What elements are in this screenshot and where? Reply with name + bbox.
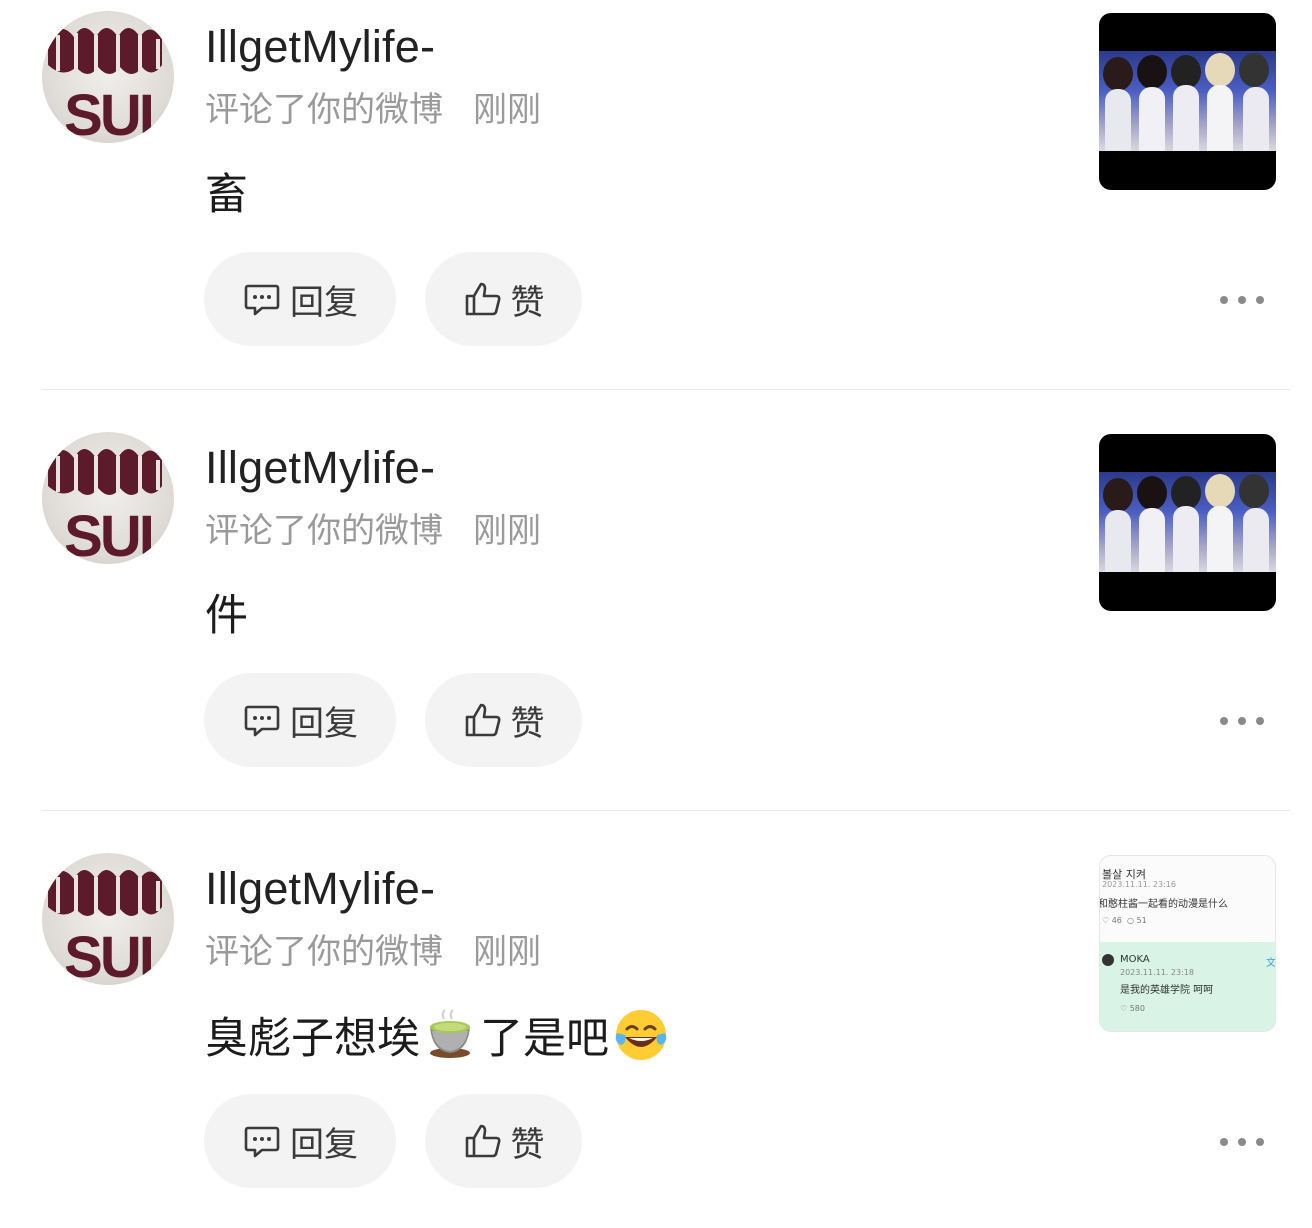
divider [42,389,1290,390]
reply-button[interactable]: 回复 [204,1094,396,1188]
action-text: 评论了你的微博 [205,511,443,551]
more-dots-icon[interactable] [1220,706,1264,736]
photo-thumbnail[interactable] [1099,434,1276,611]
comment-icon [242,279,282,319]
meta-line: 评论了你的微博 刚刚 [205,928,541,976]
timestamp: 刚刚 [473,511,541,551]
translate-icon: 文 [1266,958,1276,969]
comment-text: 臭彪子想埃 了是吧 [205,1007,669,1069]
comment-icon [242,1121,282,1161]
thumbs-up-icon [463,1121,503,1161]
comment-text-part1: 臭彪子想埃 [205,1014,420,1064]
shot-top-text: 和憨柱酱一起看的动漫是什么 [1099,899,1228,910]
notification-item[interactable]: SUI IllgetMylife- 评论了你的微博 刚刚 件 回复 赞 [0,421,1312,842]
notification-item[interactable]: SUI IllgetMylife- 评论了你的微博 刚刚 臭彪子想埃 了是吧 回复 … [0,842,1312,1228]
avatar[interactable]: SUI [42,11,174,143]
reply-button[interactable]: 回复 [204,673,396,767]
shot-top-comments: 51 [1136,916,1147,925]
shot-reply-text: 是我的英雄学院 呵呵 [1120,985,1214,996]
like-button[interactable]: 赞 [425,673,582,767]
username[interactable]: IllgetMylife- [205,20,435,74]
shot-top-likes: 46 [1111,916,1122,925]
screenshot-thumbnail[interactable]: 볼살 지켜 2023.11.11. 23:16 和憨柱酱一起看的动漫是什么 ♡ … [1099,855,1276,1032]
tea-emoji [430,1009,470,1058]
shot-top-date: 2023.11.11. 23:16 [1102,880,1176,889]
comment-icon [242,700,282,740]
photo-thumbnail[interactable] [1099,13,1276,190]
action-text: 评论了你的微博 [205,90,443,130]
shot-reply-likes: 580 [1129,1004,1145,1013]
timestamp: 刚刚 [473,932,541,972]
more-dots-icon[interactable] [1220,285,1264,315]
reply-label: 回复 [290,1124,358,1165]
action-text: 评论了你的微博 [205,932,443,972]
comment-text: 畜 [205,170,248,220]
shot-reply-avatar [1102,954,1114,966]
like-button[interactable]: 赞 [425,1094,582,1188]
shot-reply-date: 2023.11.11. 23:18 [1120,968,1194,977]
avatar-text: SUI [64,83,152,143]
avatar[interactable]: SUI [42,853,174,985]
divider [42,810,1290,811]
notification-item[interactable]: SUI IllgetMylife- 评论了你的微博 刚刚 畜 回复 赞 [0,0,1312,421]
username[interactable]: IllgetMylife- [205,862,435,916]
like-label: 赞 [510,703,545,744]
avatar[interactable]: SUI [42,432,174,564]
reply-label: 回复 [290,282,358,323]
like-label: 赞 [510,282,545,323]
username[interactable]: IllgetMylife- [205,441,435,495]
comment-text-part2: 了是吧 [480,1014,609,1064]
shot-reply-name: MOKA [1120,954,1150,965]
reply-label: 回复 [290,703,358,744]
thumbs-up-icon [463,279,503,319]
meta-line: 评论了你的微博 刚刚 [205,507,541,555]
reply-button[interactable]: 回复 [204,252,396,346]
avatar-text: SUI [64,925,152,985]
laughing-emoji [615,1010,667,1060]
thumbs-up-icon [463,700,503,740]
timestamp: 刚刚 [473,90,541,130]
like-button[interactable]: 赞 [425,252,582,346]
more-dots-icon[interactable] [1220,1127,1264,1157]
comment-text: 件 [205,591,248,641]
meta-line: 评论了你的微博 刚刚 [205,86,541,134]
avatar-text: SUI [64,504,152,564]
like-label: 赞 [510,1124,545,1165]
